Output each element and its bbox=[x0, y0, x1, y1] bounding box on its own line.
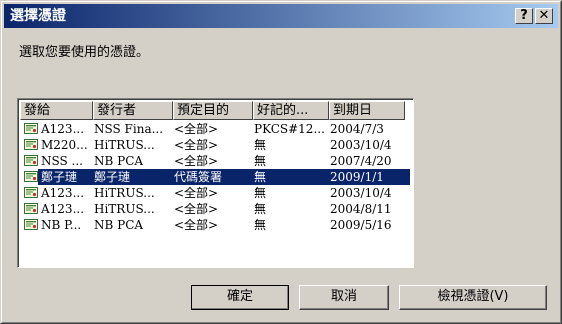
cell-friendly-name: 無 bbox=[254, 218, 267, 232]
cell-expiration: 2004/7/3 bbox=[330, 122, 384, 136]
ok-button-label: 確定 bbox=[226, 289, 253, 304]
cell-purpose: <全部> bbox=[174, 186, 219, 200]
column-header-friendly-name[interactable]: 好記的... bbox=[253, 101, 329, 120]
certificate-icon bbox=[24, 203, 38, 214]
column-header-expiration[interactable]: 到期日 bbox=[329, 101, 405, 120]
cell-friendly-name: 無 bbox=[254, 202, 267, 216]
certificate-icon bbox=[24, 219, 38, 230]
cancel-button[interactable]: 取消 bbox=[299, 285, 389, 310]
cell-issuer: HiTRUS... bbox=[94, 202, 155, 216]
certificate-list-body: 發給 發行者 預定目的 好記的... 到期日 A123... NSS Fina..… bbox=[18, 99, 413, 267]
column-header-purpose[interactable]: 預定目的 bbox=[173, 101, 253, 120]
view-certificate-button[interactable]: 檢視憑證(V) bbox=[399, 285, 547, 310]
cell-expiration: 2003/10/4 bbox=[330, 186, 392, 200]
cell-expiration: 2004/8/11 bbox=[330, 202, 392, 216]
cell-expiration: 2007/4/20 bbox=[330, 154, 392, 168]
cell-expiration: 2003/10/4 bbox=[330, 138, 392, 152]
cell-issued-to: A123... bbox=[41, 202, 85, 216]
cell-purpose: <全部> bbox=[174, 218, 219, 232]
cell-friendly-name: PKCS#12... bbox=[254, 122, 325, 136]
cell-issued-to: 鄭子璉 bbox=[41, 170, 78, 184]
table-row[interactable]: M220... HiTRUS... <全部> 無 2003/10/4 bbox=[20, 137, 413, 153]
table-row-selected[interactable]: 鄭子璉 鄭子璉 代碼簽署 無 2009/1/1 bbox=[20, 169, 413, 185]
cell-purpose: 代碼簽署 bbox=[174, 170, 223, 184]
cell-issuer: NB PCA bbox=[94, 218, 144, 232]
cell-issued-to: NB P... bbox=[41, 218, 82, 232]
cell-friendly-name: 無 bbox=[254, 138, 267, 152]
table-row[interactable]: A123... NSS Fina... <全部> PKCS#12... 2004/7/3 bbox=[20, 121, 413, 137]
cell-issuer: HiTRUS... bbox=[94, 186, 155, 200]
cell-friendly-name: 無 bbox=[254, 186, 267, 200]
cell-friendly-name: 無 bbox=[254, 154, 267, 168]
certificate-icon bbox=[24, 155, 38, 166]
cell-issued-to: A123... bbox=[41, 186, 85, 200]
cell-issuer: NB PCA bbox=[94, 154, 144, 168]
certificate-icon bbox=[24, 187, 38, 198]
prompt-text: 選取您要使用的憑證。 bbox=[19, 45, 150, 60]
window-title: 選擇憑證 bbox=[10, 8, 66, 24]
close-button[interactable]: ✕ bbox=[535, 8, 553, 24]
ok-button[interactable]: 確定 bbox=[191, 285, 289, 310]
table-row[interactable]: A123... HiTRUS... <全部> 無 2004/8/11 bbox=[20, 201, 413, 217]
certificate-icon bbox=[24, 171, 38, 182]
cell-purpose: <全部> bbox=[174, 122, 219, 136]
table-row[interactable]: NSS ... NB PCA <全部> 無 2007/4/20 bbox=[20, 153, 413, 169]
cell-issued-to: A123... bbox=[41, 122, 85, 136]
title-bar[interactable]: 選擇憑證 ? ✕ bbox=[4, 4, 558, 28]
help-button[interactable]: ? bbox=[515, 8, 533, 24]
cell-expiration: 2009/5/16 bbox=[330, 218, 392, 232]
cell-issuer: NSS Fina... bbox=[94, 122, 164, 136]
table-row[interactable]: A123... HiTRUS... <全部> 無 2003/10/4 bbox=[20, 185, 413, 201]
column-header-issued-to[interactable]: 發給 bbox=[20, 101, 93, 120]
cell-expiration: 2009/1/1 bbox=[330, 170, 384, 184]
certificate-list[interactable]: 發給 發行者 預定目的 好記的... 到期日 A123... NSS Fina..… bbox=[17, 98, 414, 268]
cell-issued-to: NSS ... bbox=[41, 154, 83, 168]
table-row[interactable]: NB P... NB PCA <全部> 無 2009/5/16 bbox=[20, 217, 413, 233]
view-certificate-button-label: 檢視憑證(V) bbox=[437, 289, 509, 304]
cell-issued-to: M220... bbox=[41, 138, 88, 152]
certificate-dialog: 選擇憑證 ? ✕ 選取您要使用的憑證。 發給 發行者 預定目的 好記的... 到… bbox=[0, 0, 562, 324]
cell-purpose: <全部> bbox=[174, 202, 219, 216]
cell-purpose: <全部> bbox=[174, 138, 219, 152]
column-header-issuer[interactable]: 發行者 bbox=[93, 101, 173, 120]
cancel-button-label: 取消 bbox=[330, 289, 357, 304]
cell-friendly-name: 無 bbox=[254, 170, 267, 184]
certificate-icon bbox=[24, 139, 38, 150]
cell-issuer: HiTRUS... bbox=[94, 138, 155, 152]
certificate-icon bbox=[24, 123, 38, 134]
cell-issuer: 鄭子璉 bbox=[94, 170, 131, 184]
cell-purpose: <全部> bbox=[174, 154, 219, 168]
